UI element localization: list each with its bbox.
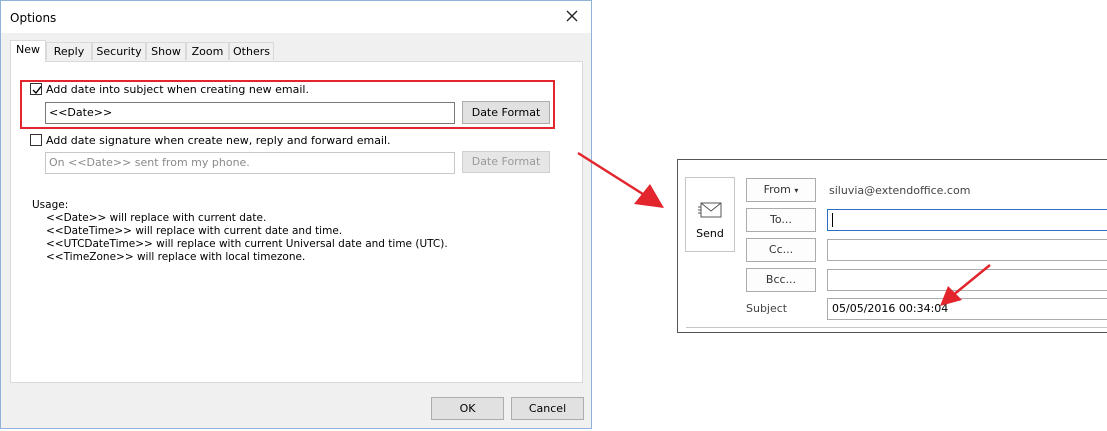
from-button[interactable]: From ▾ (746, 178, 816, 202)
usage-line: <<DateTime>> will replace with current d… (46, 225, 343, 237)
tab-zoom[interactable]: Zoom (186, 42, 229, 60)
tab-security[interactable]: Security (92, 42, 146, 60)
close-icon (566, 10, 578, 22)
cancel-button[interactable]: Cancel (511, 397, 584, 420)
to-button[interactable]: To... (746, 208, 816, 232)
divider (686, 327, 1107, 328)
usage-line: <<UTCDateTime>> will replace with curren… (46, 238, 448, 250)
tab-label: Others (233, 45, 270, 58)
signature-date-input[interactable]: On <<Date>> sent from my phone. (45, 152, 455, 174)
tab-label: Security (96, 45, 142, 58)
text-caret (832, 213, 833, 227)
usage-line: <<TimeZone>> will replace with local tim… (46, 251, 306, 263)
date-format-button-disabled[interactable]: Date Format (462, 151, 550, 173)
dialog-title: Options (10, 11, 57, 25)
tab-new[interactable]: New (10, 40, 46, 62)
chevron-down-icon: ▾ (794, 186, 799, 195)
to-field[interactable] (827, 209, 1107, 231)
from-address: siluvia@extendoffice.com (829, 184, 971, 197)
subject-pointer-arrow-icon (940, 264, 991, 306)
tab-label: New (16, 43, 40, 56)
usage-heading: Usage: (32, 199, 69, 211)
tab-label: Show (151, 45, 181, 58)
tab-label: Zoom (191, 45, 224, 58)
close-button[interactable] (563, 7, 581, 25)
highlight-box (20, 80, 555, 129)
pointer-arrow-icon (577, 151, 664, 208)
add-date-signature-label: Add date signature when create new, repl… (46, 134, 391, 147)
options-dialog: Options New Reply Security Show Zoom Oth… (0, 0, 592, 429)
send-label: Send (696, 227, 724, 240)
tab-reply[interactable]: Reply (46, 42, 92, 60)
add-date-signature-checkbox[interactable] (30, 134, 42, 146)
bcc-button[interactable]: Bcc... (746, 268, 816, 292)
cc-field[interactable] (827, 239, 1107, 261)
tab-show[interactable]: Show (146, 42, 186, 60)
send-button[interactable]: Send (685, 177, 735, 252)
subject-label: Subject (746, 302, 788, 315)
ok-button[interactable]: OK (431, 397, 504, 420)
tab-others[interactable]: Others (229, 42, 274, 60)
usage-line: <<Date>> will replace with current date. (46, 212, 267, 224)
cc-button[interactable]: Cc... (746, 238, 816, 262)
tab-label: Reply (53, 45, 85, 58)
envelope-icon (698, 202, 722, 218)
from-label: From (763, 183, 791, 196)
title-bar: Options (1, 1, 591, 33)
